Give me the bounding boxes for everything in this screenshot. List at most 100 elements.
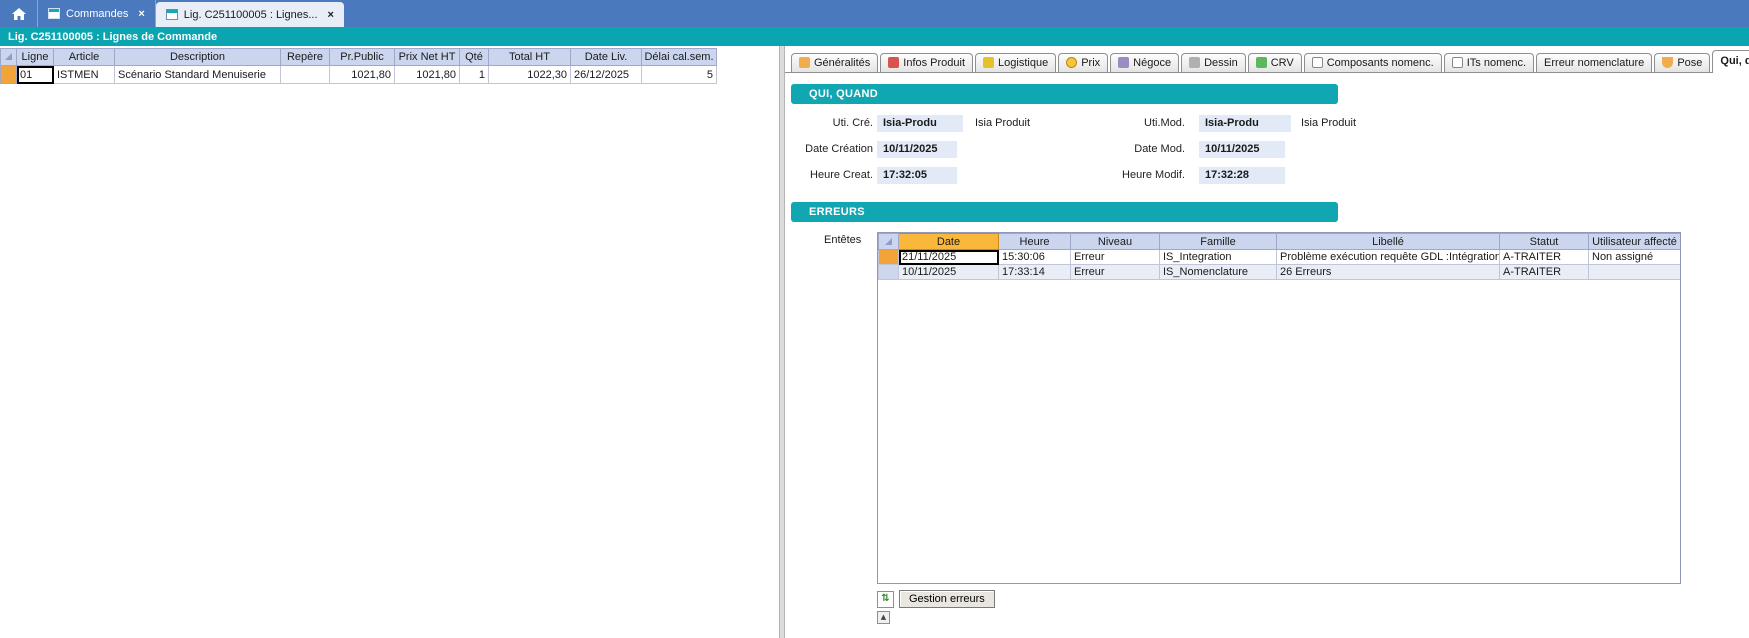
cell-heure[interactable]: 15:30:06	[999, 250, 1071, 265]
tab-dessin[interactable]: Dessin	[1181, 53, 1246, 72]
cell-date-liv[interactable]: 26/12/2025	[571, 66, 642, 84]
cell-date[interactable]: 10/11/2025	[899, 265, 999, 280]
tab-label: Dessin	[1204, 57, 1238, 69]
uti-mod-field[interactable]: Isia-Produ	[1199, 115, 1291, 132]
tab-its-nomenc[interactable]: ITs nomenc.	[1444, 53, 1534, 72]
cell-statut[interactable]: A-TRAITER	[1500, 265, 1589, 280]
tab-composants-nomenc[interactable]: Composants nomenc.	[1304, 53, 1442, 72]
tab-label: Commandes	[66, 8, 128, 20]
scroll-up-button[interactable]: ▲	[877, 611, 890, 624]
gestion-erreurs-button[interactable]: Gestion erreurs	[899, 590, 995, 608]
product-info-icon	[888, 57, 899, 68]
col-header-niveau[interactable]: Niveau	[1071, 234, 1160, 250]
order-lines-table: Ligne Article Description Repère Pr.Publ…	[0, 48, 717, 84]
col-header-article[interactable]: Article	[54, 49, 115, 66]
cell-niveau[interactable]: Erreur	[1071, 265, 1160, 280]
col-header-total-ht[interactable]: Total HT	[489, 49, 571, 66]
tab-crv[interactable]: CRV	[1248, 53, 1302, 72]
pencil-icon	[1189, 57, 1200, 68]
close-icon[interactable]: ×	[138, 8, 144, 20]
cell-date[interactable]: 21/11/2025	[899, 250, 999, 265]
cell-repere[interactable]	[281, 66, 330, 84]
cell-description[interactable]: Scénario Standard Menuiserie	[115, 66, 281, 84]
cell-niveau[interactable]: Erreur	[1071, 250, 1160, 265]
row-indicator	[879, 265, 899, 280]
col-header-date-liv[interactable]: Date Liv.	[571, 49, 642, 66]
heure-modif-field[interactable]: 17:32:28	[1199, 167, 1285, 184]
cell-utilisateur[interactable]: Non assigné	[1589, 250, 1681, 265]
tab-prix[interactable]: Prix	[1058, 53, 1108, 72]
cell-delai[interactable]: 5	[642, 66, 717, 84]
erreurs-grid-row: Entêtes Date Heure Niveau Famille	[824, 232, 1749, 584]
tab-logistique[interactable]: Logistique	[975, 53, 1056, 72]
col-header-date[interactable]: Date	[899, 234, 999, 250]
tab-label: Négoce	[1133, 57, 1171, 69]
order-line-row[interactable]: 01 ISTMEN Scénario Standard Menuiserie 1…	[1, 66, 717, 84]
cell-qte[interactable]: 1	[460, 66, 489, 84]
section-header-erreurs: ERREURS	[791, 202, 1338, 222]
tab-lignes-commande[interactable]: Lig. C251100005 : Lignes... ×	[156, 2, 344, 27]
tab-erreur-nomenclature[interactable]: Erreur nomenclature	[1536, 53, 1652, 72]
window-title-bar: Lig. C251100005 : Lignes de Commande	[0, 27, 1749, 46]
col-header-prix-net-ht[interactable]: Prix Net HT	[395, 49, 460, 66]
cell-heure[interactable]: 17:33:14	[999, 265, 1071, 280]
tab-pose[interactable]: Pose	[1654, 53, 1710, 72]
col-header-famille[interactable]: Famille	[1160, 234, 1277, 250]
corner-icon	[885, 238, 892, 245]
trade-icon	[1118, 57, 1129, 68]
error-row[interactable]: 21/11/2025 15:30:06 Erreur IS_Integratio…	[879, 250, 1681, 265]
coins-icon	[1066, 57, 1077, 68]
detail-panel: Généralités Infos Produit Logistique Pri…	[785, 46, 1749, 638]
cell-famille[interactable]: IS_Nomenclature	[1160, 265, 1277, 280]
error-row[interactable]: 10/11/2025 17:33:14 Erreur IS_Nomenclatu…	[879, 265, 1681, 280]
col-header-repere[interactable]: Repère	[281, 49, 330, 66]
cell-pr-public[interactable]: 1021,80	[330, 66, 395, 84]
date-mod-label: Date Mod.	[1085, 143, 1185, 155]
heure-modif-label: Heure Modif.	[1085, 169, 1185, 181]
tab-label: Infos Produit	[903, 57, 965, 69]
col-header-qte[interactable]: Qté	[460, 49, 489, 66]
tab-commandes[interactable]: Commandes ×	[38, 0, 156, 27]
col-header-pr-public[interactable]: Pr.Public	[330, 49, 395, 66]
col-header-utilisateur[interactable]: Utilisateur affecté	[1589, 234, 1681, 250]
cell-article[interactable]: ISTMEN	[54, 66, 115, 84]
order-lines-panel: Ligne Article Description Repère Pr.Publ…	[0, 46, 779, 638]
cell-ligne[interactable]: 01	[17, 66, 54, 84]
col-header-libelle[interactable]: Libellé	[1277, 234, 1500, 250]
document-icon	[1312, 57, 1323, 68]
tab-infos-produit[interactable]: Infos Produit	[880, 53, 973, 72]
cell-utilisateur[interactable]	[1589, 265, 1681, 280]
col-header-heure[interactable]: Heure	[999, 234, 1071, 250]
col-header-delai[interactable]: Délai cal.sem.	[642, 49, 717, 66]
tab-qui-quand[interactable]: Qui, quand ?	[1712, 50, 1749, 72]
date-creation-field[interactable]: 10/11/2025	[877, 141, 957, 158]
select-all-corner[interactable]	[879, 234, 899, 250]
col-header-description[interactable]: Description	[115, 49, 281, 66]
select-all-corner[interactable]	[1, 49, 17, 66]
col-header-ligne[interactable]: Ligne	[17, 49, 54, 66]
tab-label: Erreur nomenclature	[1544, 57, 1644, 69]
cell-total-ht[interactable]: 1022,30	[489, 66, 571, 84]
col-header-statut[interactable]: Statut	[1500, 234, 1589, 250]
date-creation-label: Date Création	[785, 143, 873, 155]
errors-toolbar: ⇅ Gestion erreurs	[877, 590, 1749, 608]
cell-prix-net-ht[interactable]: 1021,80	[395, 66, 460, 84]
cell-famille[interactable]: IS_Integration	[1160, 250, 1277, 265]
date-mod-field[interactable]: 10/11/2025	[1199, 141, 1285, 158]
heure-creat-field[interactable]: 17:32:05	[877, 167, 957, 184]
field-row-heures: Heure Creat. 17:32:05 Heure Modif. 17:32…	[785, 164, 1749, 190]
tab-generalites[interactable]: Généralités	[791, 53, 878, 72]
sort-icon: ⇅	[881, 593, 889, 604]
tab-negoce[interactable]: Négoce	[1110, 53, 1179, 72]
section-title: ERREURS	[809, 206, 865, 218]
home-button[interactable]	[0, 0, 38, 27]
uti-cre-label: Uti. Cré.	[785, 117, 873, 129]
uti-cre-field[interactable]: Isia-Produ	[877, 115, 963, 132]
tab-label: Lig. C251100005 : Lignes...	[184, 9, 318, 21]
cell-libelle[interactable]: 26 Erreurs	[1277, 265, 1500, 280]
cell-statut[interactable]: A-TRAITER	[1500, 250, 1589, 265]
sort-button[interactable]: ⇅	[877, 591, 894, 608]
errors-header-row: Date Heure Niveau Famille Libellé Statut…	[879, 234, 1681, 250]
close-icon[interactable]: ×	[328, 9, 334, 21]
cell-libelle[interactable]: Problème exécution requête GDL :Intégrat…	[1277, 250, 1500, 265]
